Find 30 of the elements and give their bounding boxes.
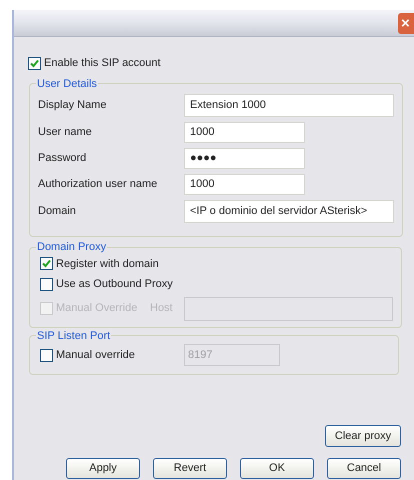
- group-title: User Details: [36, 76, 98, 92]
- input-field[interactable]: <IP o dominio del servidor ASterisk>: [184, 200, 394, 223]
- dialog-button[interactable]: Apply: [66, 458, 140, 479]
- group-title: Domain Proxy: [36, 240, 108, 255]
- group-title: SIP Listen Port: [36, 328, 112, 344]
- checkbox[interactable]: [28, 56, 41, 70]
- checkbox[interactable]: [40, 348, 53, 362]
- checkbox-label: Register with domain: [56, 256, 159, 272]
- checkbox-label: Enable this SIP account: [44, 56, 161, 71]
- input-field[interactable]: Extension 1000: [184, 94, 394, 117]
- checkbox[interactable]: [40, 278, 53, 291]
- field-label: User name: [38, 125, 93, 140]
- dialog-button[interactable]: Cancel: [327, 458, 401, 479]
- host-input-field[interactable]: [184, 296, 393, 320]
- clear-proxy-button[interactable]: Clear proxy: [325, 425, 401, 447]
- close-button[interactable]: ×: [398, 12, 414, 34]
- checkbox-label: Use as Outbound Proxy: [56, 277, 173, 292]
- field-label: Password: [38, 151, 88, 166]
- field-label: Domain: [38, 204, 77, 220]
- field-label: Authorization user name: [38, 177, 158, 192]
- field-label: Display Name: [38, 98, 108, 114]
- input-field[interactable]: ●●●●: [184, 148, 305, 169]
- input-field[interactable]: 1000: [184, 122, 305, 143]
- input-field[interactable]: 1000: [184, 174, 305, 195]
- dialog-button[interactable]: OK: [240, 458, 314, 479]
- checkmark-icon: [42, 259, 51, 268]
- checkbox-label: Manual override: [56, 348, 135, 363]
- checkbox[interactable]: [40, 257, 53, 270]
- checkmark-icon: [30, 58, 39, 68]
- dialog-button[interactable]: Revert: [153, 458, 227, 479]
